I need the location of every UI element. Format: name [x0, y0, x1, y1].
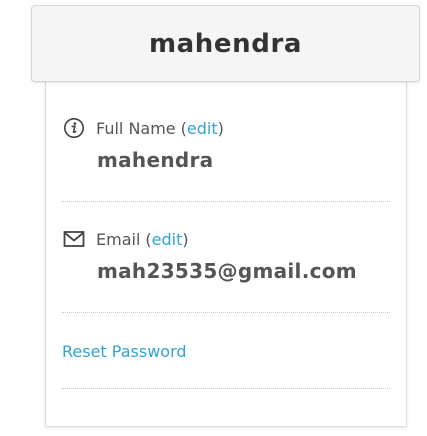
email-edit-link[interactable]: edit	[152, 230, 183, 249]
profile-details-panel: Full Name (edit) mahendra Email (edit) m…	[45, 82, 407, 427]
envelope-icon	[62, 227, 86, 251]
reset-password-link[interactable]: Reset Password	[62, 342, 187, 361]
full-name-value: mahendra	[97, 148, 214, 172]
divider	[62, 388, 390, 389]
profile-title: mahendra	[148, 28, 303, 59]
full-name-edit-link[interactable]: edit	[187, 119, 218, 138]
email-label: Email	[96, 229, 141, 249]
email-value: mah23535@gmail.com	[97, 259, 357, 283]
full-name-close-paren: )	[217, 118, 224, 138]
divider	[62, 312, 390, 313]
full-name-label: Full Name	[96, 118, 176, 138]
info-circle-icon	[62, 116, 86, 140]
full-name-label-row: Full Name (edit)	[62, 116, 224, 140]
divider	[62, 201, 390, 202]
email-label-row: Email (edit)	[62, 227, 189, 251]
profile-page: mahendra Full Name (edit) mahendra Email…	[0, 0, 427, 436]
email-close-paren: )	[182, 229, 189, 249]
profile-header: mahendra	[31, 5, 420, 82]
